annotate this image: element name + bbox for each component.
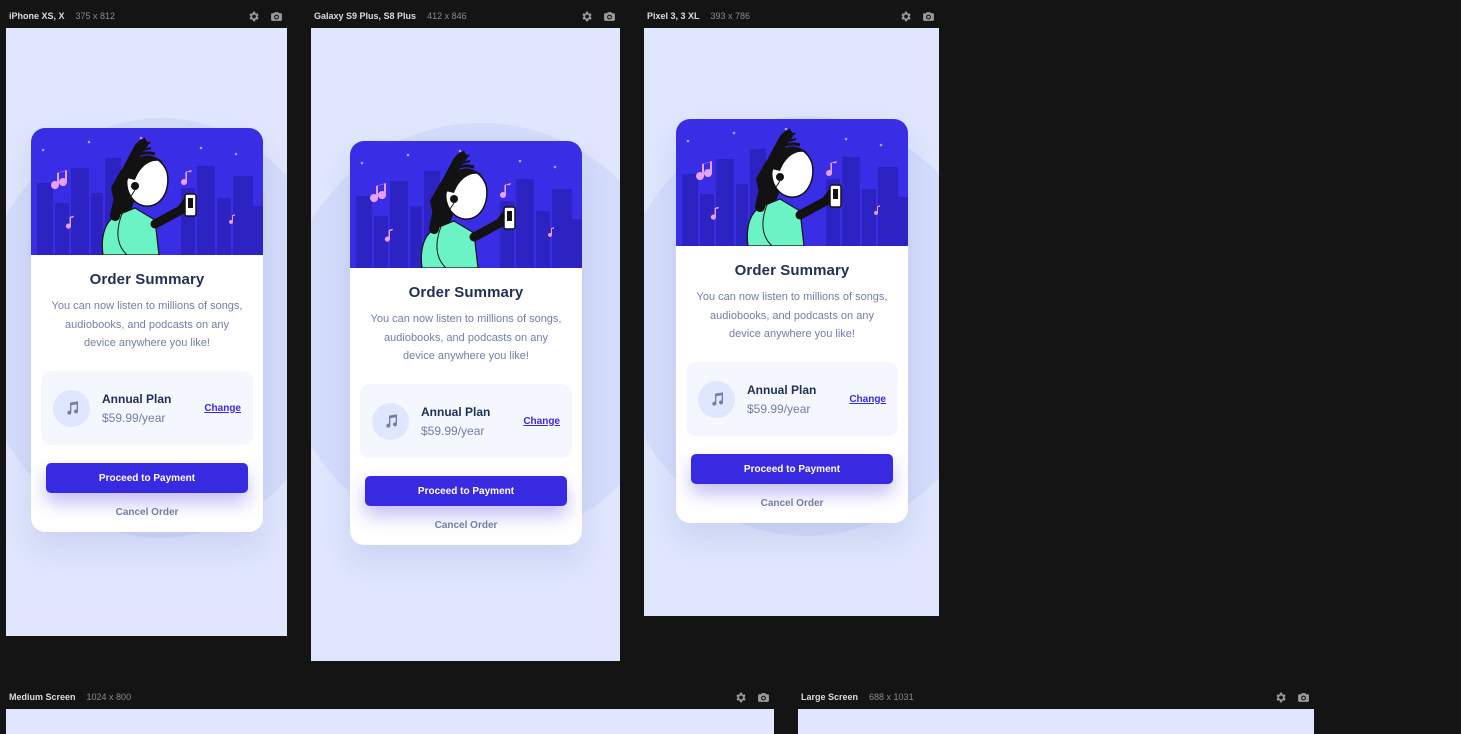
frame-header-large: Large Screen 688 x 1031 xyxy=(801,690,914,704)
frame-header-pixel: Pixel 3, 3 XL 393 x 786 xyxy=(647,9,750,23)
plan-price: $59.99/year xyxy=(421,423,485,438)
frame-header-galaxy: Galaxy S9 Plus, S8 Plus 412 x 846 xyxy=(314,9,467,23)
device-dimensions: 1024 x 800 xyxy=(86,692,132,702)
plan-price: $59.99/year xyxy=(102,410,166,425)
viewport-galaxy: Order Summary You can now listen to mill… xyxy=(311,28,620,661)
card-body: Order Summary You can now listen to mill… xyxy=(31,255,263,532)
music-note-icon xyxy=(53,389,90,427)
proceed-to-payment-button[interactable]: Proceed to Payment xyxy=(365,476,567,507)
card-body: Order Summary You can now listen to mill… xyxy=(676,246,908,523)
gear-icon[interactable] xyxy=(899,10,912,23)
gear-icon[interactable] xyxy=(580,10,593,23)
order-summary-title: Order Summary xyxy=(408,284,524,301)
frame-tools-iphone xyxy=(247,9,283,23)
change-plan-link[interactable]: Change xyxy=(204,403,241,414)
device-name: iPhone XS, X xyxy=(9,11,65,21)
device-name: Medium Screen xyxy=(9,692,76,702)
gear-icon[interactable] xyxy=(1274,691,1287,704)
plan-box: Annual Plan $59.99/year Change xyxy=(360,384,572,459)
device-dimensions: 412 x 846 xyxy=(427,11,467,21)
change-plan-link[interactable]: Change xyxy=(849,394,886,405)
order-summary-description: You can now listen to millions of songs,… xyxy=(370,313,562,363)
viewport-medium xyxy=(6,709,774,734)
frame-tools-pixel xyxy=(899,9,935,23)
camera-icon[interactable] xyxy=(757,691,770,704)
music-note-icon xyxy=(698,380,735,418)
hero-illustration xyxy=(676,119,908,246)
order-summary-description: You can now listen to millions of songs,… xyxy=(696,291,888,341)
change-plan-link[interactable]: Change xyxy=(523,416,560,427)
order-summary-title: Order Summary xyxy=(734,262,850,279)
camera-icon[interactable] xyxy=(270,10,283,23)
proceed-to-payment-button[interactable]: Proceed to Payment xyxy=(46,463,248,494)
frame-tools-galaxy xyxy=(580,9,616,23)
frame-header-iphone: iPhone XS, X 375 x 812 xyxy=(9,9,115,23)
viewport-iphone: Order Summary You can now listen to mill… xyxy=(6,28,287,636)
proceed-to-payment-button[interactable]: Proceed to Payment xyxy=(691,454,893,485)
order-summary-card: Order Summary You can now listen to mill… xyxy=(350,141,582,546)
cancel-order-button[interactable]: Cancel Order xyxy=(41,507,253,518)
music-note-icon xyxy=(372,402,409,440)
hero-illustration xyxy=(350,141,582,268)
device-name: Pixel 3, 3 XL xyxy=(647,11,700,21)
plan-name: Annual Plan xyxy=(747,382,817,397)
order-summary-description: You can now listen to millions of songs,… xyxy=(51,300,243,350)
gear-icon[interactable] xyxy=(247,10,260,23)
viewport-large xyxy=(798,709,1314,734)
cancel-order-button[interactable]: Cancel Order xyxy=(360,520,572,531)
order-summary-card: Order Summary You can now listen to mill… xyxy=(31,128,263,533)
plan-box: Annual Plan $59.99/year Change xyxy=(41,371,253,446)
plan-box: Annual Plan $59.99/year Change xyxy=(686,362,898,437)
camera-icon[interactable] xyxy=(922,10,935,23)
device-name: Large Screen xyxy=(801,692,859,702)
plan-info: Annual Plan $59.99/year xyxy=(747,383,849,416)
plan-info: Annual Plan $59.99/year xyxy=(102,392,204,425)
frame-tools-large xyxy=(1274,690,1310,704)
order-summary-title: Order Summary xyxy=(89,271,205,288)
plan-price: $59.99/year xyxy=(747,401,811,416)
hero-illustration xyxy=(31,128,263,255)
device-dimensions: 393 x 786 xyxy=(710,11,751,21)
card-body: Order Summary You can now listen to mill… xyxy=(350,268,582,545)
plan-info: Annual Plan $59.99/year xyxy=(421,405,523,438)
camera-icon[interactable] xyxy=(1297,691,1310,704)
cancel-order-button[interactable]: Cancel Order xyxy=(686,498,898,509)
device-dimensions: 688 x 1031 xyxy=(869,692,914,702)
frame-tools-medium xyxy=(734,690,770,704)
plan-name: Annual Plan xyxy=(102,391,172,406)
frame-header-medium: Medium Screen 1024 x 800 xyxy=(9,690,131,704)
gear-icon[interactable] xyxy=(734,691,747,704)
camera-icon[interactable] xyxy=(603,10,616,23)
plan-name: Annual Plan xyxy=(421,404,491,419)
device-name: Galaxy S9 Plus, S8 Plus xyxy=(314,11,417,21)
viewport-pixel: Order Summary You can now listen to mill… xyxy=(644,28,939,616)
device-dimensions: 375 x 812 xyxy=(75,11,116,21)
order-summary-card: Order Summary You can now listen to mill… xyxy=(676,119,908,524)
